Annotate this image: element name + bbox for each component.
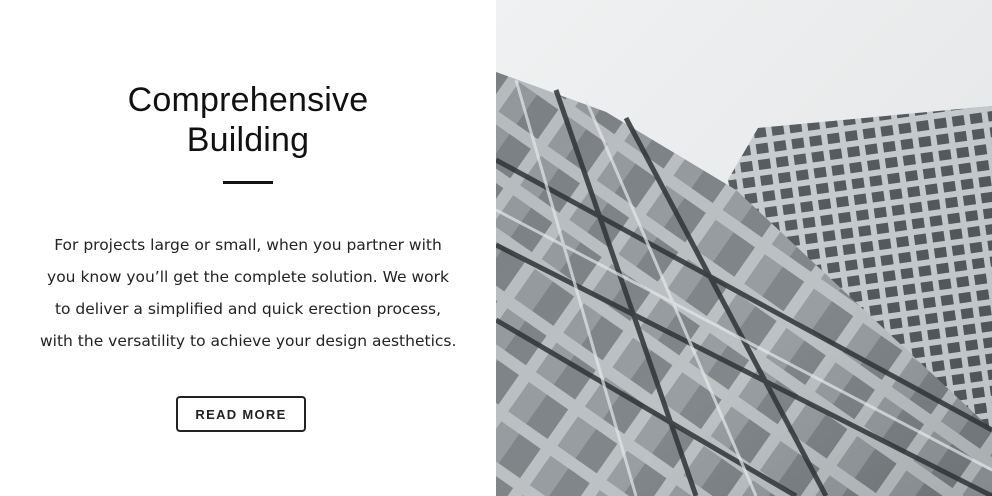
section-title: Comprehensive Building — [0, 80, 496, 160]
building-photo — [496, 0, 992, 496]
title-divider — [223, 181, 273, 184]
description-line-3: to deliver a simplified and quick erecti… — [54, 300, 442, 318]
title-line-1: Comprehensive — [127, 81, 369, 119]
feature-section: Comprehensive Building For projects larg… — [0, 0, 992, 496]
text-panel: Comprehensive Building For projects larg… — [0, 0, 496, 496]
section-description: For projects large or small, when you pa… — [40, 229, 456, 357]
title-line-2: Building — [186, 121, 310, 159]
building-facade-image — [496, 0, 992, 496]
description-line-1: For projects large or small, when you pa… — [54, 236, 442, 254]
description-line-2: you know you’ll get the complete solutio… — [47, 268, 449, 286]
read-more-button[interactable]: READ MORE — [176, 396, 306, 432]
description-line-4: with the versatility to achieve your des… — [40, 332, 457, 350]
